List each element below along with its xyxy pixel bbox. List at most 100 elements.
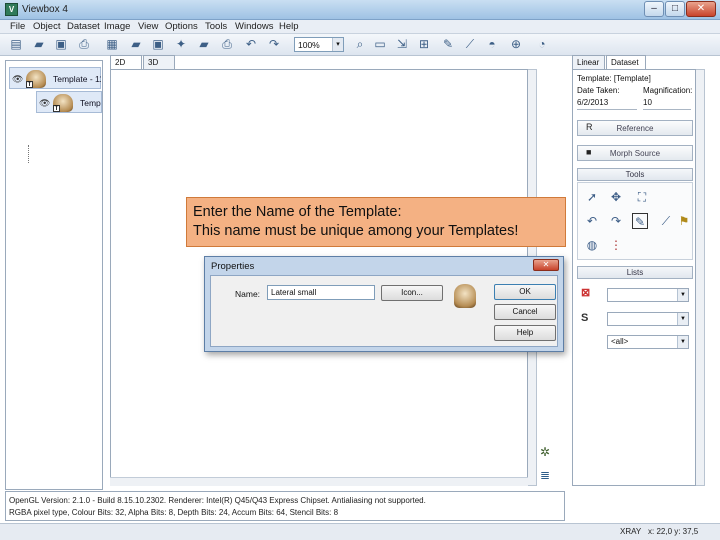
list-points-icon: ⊠ <box>581 287 591 299</box>
move-icon[interactable]: ✥ <box>608 189 624 205</box>
new-file-icon[interactable]: ▤ <box>8 37 24 52</box>
ring-icon[interactable]: ◍ <box>584 237 600 253</box>
save-icon[interactable]: ▣ <box>53 37 69 52</box>
minimize-icon[interactable]: – <box>644 1 664 17</box>
template-icon[interactable]: ▦ <box>104 37 120 52</box>
align-icon[interactable]: ⊞ <box>416 37 432 52</box>
menu-view[interactable]: View <box>138 21 158 32</box>
tab-dataset[interactable]: Dataset <box>606 55 646 69</box>
title-bar: V Viewbox 4 – □ ✕ <box>0 0 720 20</box>
redo-icon[interactable]: ↷ <box>266 37 282 52</box>
date-taken-field[interactable]: 6/2/2013 <box>577 98 637 110</box>
magnifier-icon[interactable]: ⌕ <box>352 37 368 52</box>
crosshair-icon[interactable]: ⊕ <box>508 37 524 52</box>
icon-button[interactable]: Icon... <box>381 285 443 301</box>
cancel-button[interactable]: Cancel <box>494 304 556 320</box>
open-dataset-icon[interactable]: ▰ <box>128 37 144 52</box>
reference-button[interactable]: R Reference <box>577 120 693 136</box>
list-select-1[interactable]: ▼ <box>607 288 689 302</box>
toolbar: ▤ ▰ ▣ ⎙ ▦ ▰ ▣ ✦ ▰ ⎙ ↶ ↷ 100% ▾ ⌕ ▭ ⇲ ⊞ ✎… <box>0 34 720 56</box>
status-bar: XRAY x: 22,0 y: 37,5 <box>0 523 720 540</box>
list-select-2[interactable]: ▼ <box>607 312 689 326</box>
menu-tools[interactable]: Tools <box>205 21 227 32</box>
ruler-icon[interactable]: ⟋ <box>658 213 674 229</box>
draw-points-icon[interactable]: ✎ <box>632 213 648 229</box>
menu-help[interactable]: Help <box>279 21 299 32</box>
menu-dataset[interactable]: Dataset <box>67 21 100 32</box>
help-button[interactable]: Help <box>494 325 556 341</box>
instruction-callout: Enter the Name of the Template: This nam… <box>186 197 566 247</box>
grid-lines-icon[interactable]: ≣ <box>540 468 550 482</box>
callout-line-2: This name must be unique among your Temp… <box>193 223 519 239</box>
maximize-icon[interactable]: □ <box>665 1 685 17</box>
menu-image[interactable]: Image <box>104 21 130 32</box>
date-taken-label: Date Taken: <box>577 86 620 95</box>
fit-window-icon[interactable]: ▭ <box>372 37 388 52</box>
magnification-label: Magnification: <box>643 86 693 95</box>
window-title: Viewbox 4 <box>22 4 68 15</box>
chevron-down-icon[interactable]: ▼ <box>677 336 688 348</box>
dataset-tree: 👁 T Template - 11 👁 T Temp <box>5 60 103 490</box>
tree-item-temp[interactable]: 👁 T Temp <box>36 91 102 113</box>
right-panel-scrollbar[interactable] <box>696 69 705 486</box>
template-badge-icon: T <box>26 81 33 88</box>
highlight-icon[interactable]: ⚑ <box>676 213 692 229</box>
template-name-input[interactable]: Lateral small <box>267 285 375 300</box>
console-line-1: OpenGL Version: 2.1.0 - Build 8.15.10.23… <box>9 496 426 505</box>
template-badge-icon: T <box>53 105 60 112</box>
tab-2d[interactable]: 2D <box>110 55 142 69</box>
console-line-2: RGBA pixel type, Colour Bits: 32, Alpha … <box>9 508 339 517</box>
tab-linear[interactable]: Linear <box>572 55 605 69</box>
print-dataset-icon[interactable]: ⎙ <box>219 37 235 52</box>
measure-icon[interactable]: ✎ <box>440 37 456 52</box>
skull-thumbnail-icon <box>454 284 476 308</box>
pointer-icon[interactable]: ➚ <box>584 189 600 205</box>
undo-icon[interactable]: ↶ <box>584 213 600 229</box>
chevron-down-icon[interactable]: ▾ <box>332 38 343 51</box>
menu-windows[interactable]: Windows <box>235 21 274 32</box>
pie-icon[interactable]: ◔ <box>534 37 550 52</box>
list-select-3-value: <all> <box>611 337 629 346</box>
redo-icon[interactable]: ↷ <box>608 213 624 229</box>
dialog-title: Properties <box>211 261 255 272</box>
eye-icon[interactable]: 👁 <box>12 74 23 85</box>
undo-icon[interactable]: ↶ <box>243 37 259 52</box>
list-select-3[interactable]: <all> ▼ <box>607 335 689 349</box>
eye-icon[interactable]: 👁 <box>39 98 50 109</box>
morph-source-label: Morph Source <box>609 149 661 158</box>
viewport-horizontal-scrollbar[interactable] <box>110 477 528 486</box>
magnification-field[interactable]: 10 <box>643 98 691 110</box>
ok-button[interactable]: OK <box>494 284 556 300</box>
save-dataset-icon[interactable]: ▣ <box>150 37 166 52</box>
move-dropdown-icon[interactable]: ⇲ <box>394 37 410 52</box>
print-icon[interactable]: ⎙ <box>76 37 92 52</box>
dataset-panel: Template: [Template] Date Taken: Magnifi… <box>572 69 696 486</box>
list-s-icon: S <box>581 312 589 324</box>
protractor-icon[interactable]: ◓ <box>484 37 500 52</box>
folder-image-icon[interactable]: ▰ <box>196 37 212 52</box>
menu-options[interactable]: Options <box>165 21 198 32</box>
properties-dialog: Properties ✕ Name: Lateral small Icon...… <box>204 256 564 352</box>
tree-item-template[interactable]: 👁 T Template - 11 <box>9 67 101 89</box>
chevron-down-icon[interactable]: ▼ <box>677 289 688 301</box>
close-icon[interactable]: ✕ <box>533 259 559 271</box>
menu-object[interactable]: Object <box>33 21 60 32</box>
callout-line-1: Enter the Name of the Template: <box>193 204 402 220</box>
menu-bar: File Object Dataset Image View Options T… <box>0 20 720 34</box>
menu-file[interactable]: File <box>10 21 25 32</box>
close-icon[interactable]: ✕ <box>686 1 716 17</box>
bug-icon[interactable]: ✲ <box>540 445 550 459</box>
open-folder-icon[interactable]: ▰ <box>31 37 47 52</box>
tab-3d[interactable]: 3D <box>143 55 175 69</box>
chevron-down-icon[interactable]: ▼ <box>677 313 688 325</box>
app-logo-icon: V <box>5 3 18 16</box>
status-coordinates: x: 22,0 y: 37,5 <box>648 527 699 536</box>
folder-star-icon[interactable]: ✦ <box>173 37 189 52</box>
fit-points-icon[interactable]: ⛶ <box>634 189 650 205</box>
morph-source-button[interactable]: ■ Morph Source <box>577 145 693 161</box>
scale-icon[interactable]: ⋮ <box>608 237 624 253</box>
tools-header: Tools <box>577 168 693 181</box>
ruler-icon[interactable]: ⟋ <box>462 37 478 52</box>
console-output: OpenGL Version: 2.1.0 - Build 8.15.10.23… <box>5 491 565 521</box>
zoom-select[interactable]: 100% ▾ <box>294 37 344 52</box>
